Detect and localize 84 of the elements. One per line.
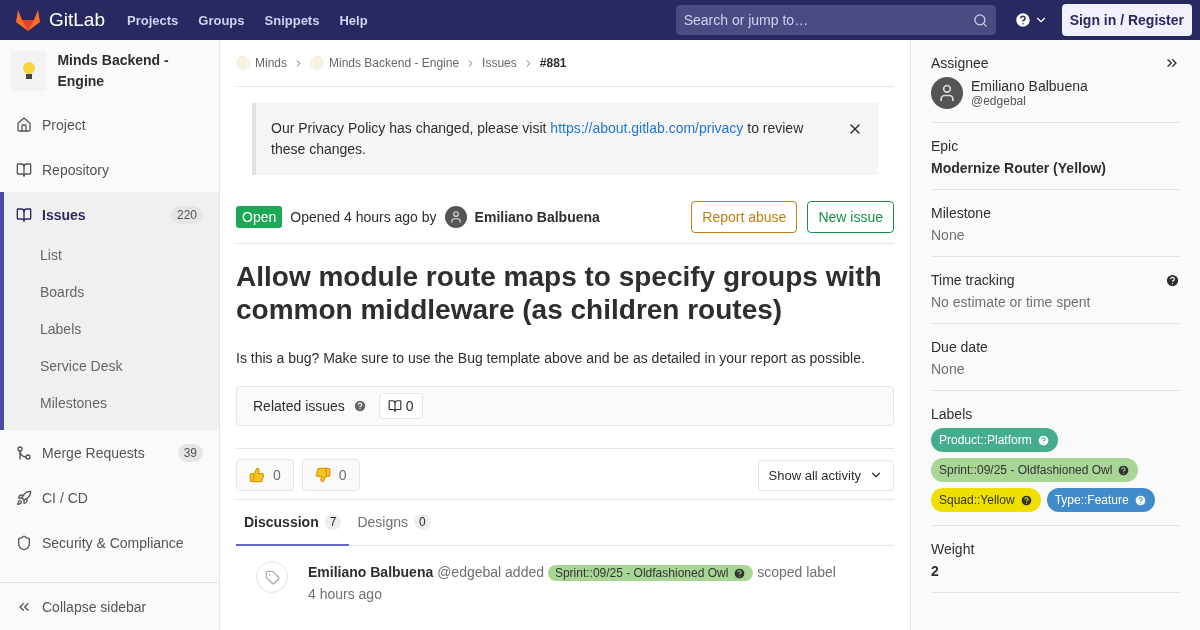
breadcrumb-link[interactable]: Issues xyxy=(482,56,517,70)
breadcrumb-link[interactable]: Minds Backend - Engine xyxy=(310,56,460,70)
help-icon xyxy=(1013,11,1032,29)
breadcrumb-link[interactable]: Minds xyxy=(236,56,287,70)
scoped-label[interactable]: Sprint::09/25 - Oldfashioned Owl xyxy=(931,458,1139,482)
sidebar-subitem[interactable]: Service Desk xyxy=(4,348,219,385)
avatar-icon xyxy=(931,77,963,109)
security-icon xyxy=(16,534,32,551)
scoped-label[interactable]: Sprint::09/25 - Oldfashioned Owl xyxy=(547,565,754,581)
tag-icon xyxy=(256,561,288,593)
thumbs-up-button[interactable]: 0 xyxy=(236,459,294,491)
nav-link[interactable]: Groups xyxy=(198,12,245,28)
issue-icon xyxy=(387,399,402,413)
project-name[interactable]: Minds Backend - Engine xyxy=(57,50,209,92)
nav-link[interactable]: Snippets xyxy=(264,12,320,28)
thumbs-down-icon xyxy=(314,467,331,483)
section-title: Labels xyxy=(931,406,973,422)
section-value: None xyxy=(931,361,966,377)
sidebar-item[interactable]: Repository xyxy=(0,147,219,192)
scoped-label[interactable]: Squad::Yellow xyxy=(931,488,1041,512)
nav-link[interactable]: Projects xyxy=(127,12,179,28)
section-title: Milestone xyxy=(931,205,991,221)
search-field[interactable]: Search or jump to… xyxy=(675,5,996,35)
count-badge: 39 xyxy=(177,443,203,462)
search-icon xyxy=(972,12,988,28)
issue-description: Is this a bug? Make sure to use the Bug template above and be as detailed in your report as possible. xyxy=(236,350,866,366)
issue-title: Allow module route maps to specify groups with common middleware (as children routes) xyxy=(236,260,883,326)
help-icon xyxy=(733,566,747,580)
help-icon xyxy=(1117,463,1131,477)
sidebar-subitem[interactable]: Boards xyxy=(4,274,219,311)
assignee-name[interactable]: Emiliano Balbuena xyxy=(971,78,1088,94)
sign-in-button[interactable]: Sign in / Register xyxy=(1061,4,1192,36)
status-badge: Open xyxy=(236,206,283,228)
opened-text: Opened 4 hours ago by xyxy=(290,209,437,225)
fox-logo-icon[interactable] xyxy=(15,8,41,32)
section-value: Modernize Router (Yellow) xyxy=(931,160,1107,176)
merge-icon xyxy=(16,444,32,461)
section-value: No estimate or time spent xyxy=(931,294,1092,310)
sidebar-item[interactable]: Merge Requests 39 xyxy=(0,430,219,475)
section-value: 2 xyxy=(931,563,940,579)
avatar-icon xyxy=(444,206,467,228)
cicd-icon xyxy=(16,489,32,506)
privacy-link[interactable]: https://about.gitlab.com/privacy xyxy=(550,120,744,136)
scoped-label[interactable]: Type::Feature xyxy=(1046,488,1155,512)
author-link[interactable]: Emiliano Balbuena xyxy=(474,209,600,225)
issues-icon xyxy=(16,206,32,223)
section-title: Due date xyxy=(931,339,988,355)
help-icon xyxy=(1036,433,1050,447)
notice-text: Our Privacy Policy has changed, please visit https://about.gitlab.com/privacy to review these changes. xyxy=(271,119,805,159)
sidebar-subitem[interactable]: Labels xyxy=(4,311,219,348)
breadcrumb-link[interactable]: #881 xyxy=(539,56,567,70)
activity-filter-dropdown[interactable]: Show all activity xyxy=(757,459,894,491)
repository-icon xyxy=(16,161,32,178)
count-badge: 220 xyxy=(170,205,203,224)
tab[interactable]: Designs 0 xyxy=(349,500,439,546)
help-icon[interactable] xyxy=(1165,272,1180,288)
help-icon xyxy=(1019,493,1033,507)
project-icon xyxy=(16,116,32,133)
sidebar-item[interactable]: CI / CD xyxy=(0,475,219,520)
nav-link[interactable]: Help xyxy=(339,12,368,28)
brand-name[interactable]: GitLab xyxy=(49,9,105,31)
thumbs-up-icon xyxy=(249,467,265,483)
section-title: Weight xyxy=(931,541,975,557)
lightbulb-icon xyxy=(21,61,36,81)
note-time: 4 hours ago xyxy=(308,585,383,604)
tab[interactable]: Discussion 7 xyxy=(236,500,350,546)
section-value: None xyxy=(931,227,966,243)
sidebar-item[interactable]: Issues 220 xyxy=(0,192,219,237)
sidebar-subitem[interactable]: List xyxy=(4,237,219,274)
section-title: Assignee xyxy=(931,55,989,71)
section-title: Epic xyxy=(931,138,959,154)
action-button[interactable]: New issue xyxy=(807,201,894,233)
related-issues-label: Related issues xyxy=(253,398,345,414)
assignee-handle: @edgebal xyxy=(971,94,1027,108)
related-count: 0 xyxy=(378,393,423,419)
sidebar-item[interactable]: Project xyxy=(0,102,219,147)
help-menu-button[interactable] xyxy=(1013,11,1048,29)
collapse-sidebar-button[interactable]: Collapse sidebar xyxy=(0,582,219,630)
sidebar-subitem[interactable]: Milestones xyxy=(4,385,219,422)
activity-note: Emiliano Balbuena @edgebal added Sprint::09/25 - Oldfashioned Owl scoped label xyxy=(308,563,836,583)
sidebar-item[interactable]: Security & Compliance xyxy=(0,520,219,565)
thumbs-down-button[interactable]: 0 xyxy=(301,459,360,491)
help-icon xyxy=(1133,493,1147,507)
section-title: Time tracking xyxy=(931,272,1015,288)
